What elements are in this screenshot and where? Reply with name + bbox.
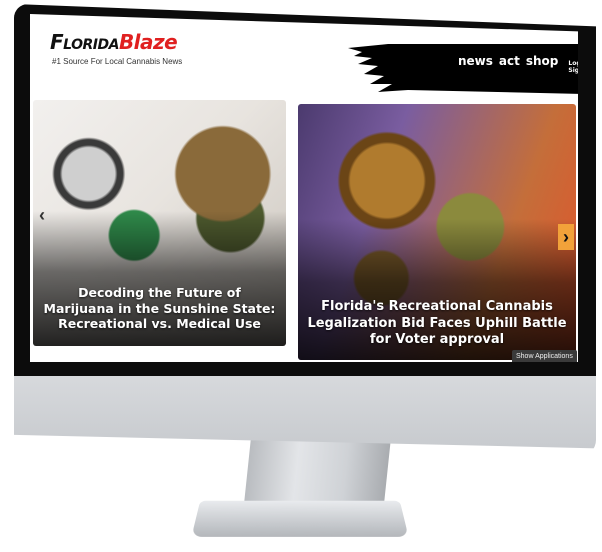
site-tagline: #1 Source For Local Cannabis News [52,57,183,66]
monitor-stand-base [191,500,409,537]
site-logo[interactable]: FloridaBlaze [50,30,178,54]
screen: FloridaBlaze #1 Source For Local Cannabi… [30,14,578,362]
login-signup-link[interactable]: Login | Signup [568,60,578,74]
article-headline[interactable]: Decoding the Future of Marijuana in the … [41,285,278,332]
main-nav: news act shop Login | Signup [458,54,578,74]
chevron-right-icon[interactable]: › [558,224,574,250]
nav-item-news[interactable]: news [458,54,493,68]
monitor: FloridaBlaze #1 Source For Local Cannabi… [14,4,596,450]
article-card-legalization-bid[interactable]: Florida's Recreational Cannabis Legaliza… [298,104,576,360]
nav-item-shop[interactable]: shop [526,54,559,68]
logo-text-blaze: Blaze [118,30,178,54]
nav-item-act[interactable]: act [499,54,520,68]
show-applications-button[interactable]: Show Applications [512,350,577,362]
chevron-left-icon[interactable]: ‹ [34,202,50,228]
article-card-marijuana-future[interactable]: Decoding the Future of Marijuana in the … [33,100,286,346]
article-headline[interactable]: Florida's Recreational Cannabis Legaliza… [306,299,568,348]
logo-text-florida: Florida [50,30,119,54]
